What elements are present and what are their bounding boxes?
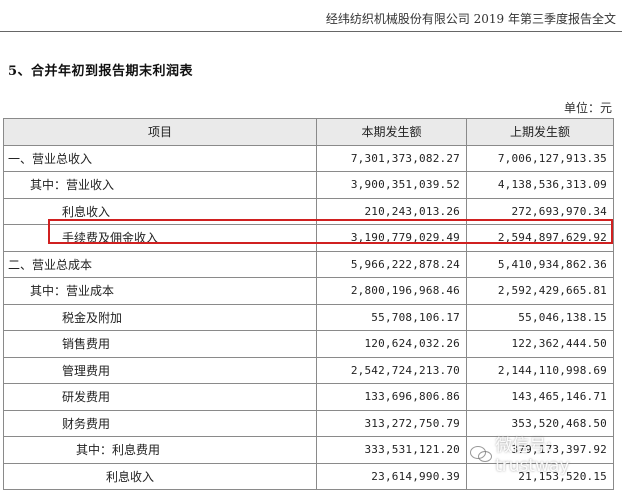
row-previous: 2,144,110,998.69 [466,356,614,384]
column-header-previous: 上期发生额 [466,118,614,146]
row-current: 2,800,196,968.46 [316,277,467,305]
table-row: 利息收入 210,243,013.26 272,693,970.34 [3,197,614,225]
row-current: 2,542,724,213.70 [316,356,467,384]
row-label: 研发费用 [3,383,317,411]
table-row: 一、营业总收入 7,301,373,082.27 7,006,127,913.3… [3,144,614,172]
row-previous: 143,465,146.71 [466,383,614,411]
column-header-current: 本期发生额 [316,118,467,146]
column-header-item: 项目 [3,118,317,146]
row-previous: 2,592,429,665.81 [466,277,614,305]
row-previous: 2,594,897,629.92 [466,224,614,252]
row-label: 销售费用 [3,330,317,358]
row-label: 手续费及佣金收入 [3,224,317,252]
table-row-highlighted: 手续费及佣金收入 3,190,779,029.49 2,594,897,629.… [3,224,614,252]
row-current: 3,190,779,029.49 [316,224,467,252]
row-current: 210,243,013.26 [316,197,467,225]
page-header: 经纬纺织机械股份有限公司 2019 年第三季度报告全文 [325,12,616,26]
table-row: 税金及附加 55,708,106.17 55,046,138.15 [3,303,614,331]
watermark-text: 微信号: trustway [495,436,570,476]
row-label: 财务费用 [3,409,317,437]
row-previous: 55,046,138.15 [466,303,614,331]
row-previous: 122,362,444.50 [466,330,614,358]
row-label: 利息收入 [3,197,317,225]
row-label: 税金及附加 [3,303,317,331]
row-label: 二、营业总成本 [3,250,317,278]
row-current: 3,900,351,039.52 [316,171,467,199]
row-label: 其中：营业成本 [3,277,317,305]
row-current: 7,301,373,082.27 [316,144,467,172]
row-current: 55,708,106.17 [316,303,467,331]
table-row: 其中：营业成本 2,800,196,968.46 2,592,429,665.8… [3,277,614,305]
table-row: 二、营业总成本 5,966,222,878.24 5,410,934,862.3… [3,250,614,278]
table-row: 管理费用 2,542,724,213.70 2,144,110,998.69 [3,356,614,384]
row-label: 其中：营业收入 [3,171,317,199]
row-label: 其中：利息费用 [3,436,317,464]
table-row: 销售费用 120,624,032.26 122,362,444.50 [3,330,614,358]
row-current: 333,531,121.20 [316,436,467,464]
row-current: 313,272,750.79 [316,409,467,437]
row-previous: 4,138,536,313.09 [466,171,614,199]
row-label: 利息收入 [3,462,317,490]
header-divider [0,31,622,32]
row-previous: 272,693,970.34 [466,197,614,225]
watermark: 微信号: trustway [470,431,626,476]
row-previous: 7,006,127,913.35 [466,144,614,172]
section-title: 5、合并年初到报告期末利润表 [8,64,194,79]
row-current: 23,614,990.39 [316,462,467,490]
table-row: 其中：营业收入 3,900,351,039.52 4,138,536,313.0… [3,171,614,199]
row-label: 管理费用 [3,356,317,384]
row-current: 5,966,222,878.24 [316,250,467,278]
wechat-icon [470,445,492,463]
table-row: 研发费用 133,696,806.86 143,465,146.71 [3,383,614,411]
row-previous: 5,410,934,862.36 [466,250,614,278]
row-label: 一、营业总收入 [3,144,317,172]
row-current: 120,624,032.26 [316,330,467,358]
table-header-row: 项目 本期发生额 上期发生额 [3,118,614,146]
row-current: 133,696,806.86 [316,383,467,411]
unit-label: 单位：元 [563,101,612,115]
